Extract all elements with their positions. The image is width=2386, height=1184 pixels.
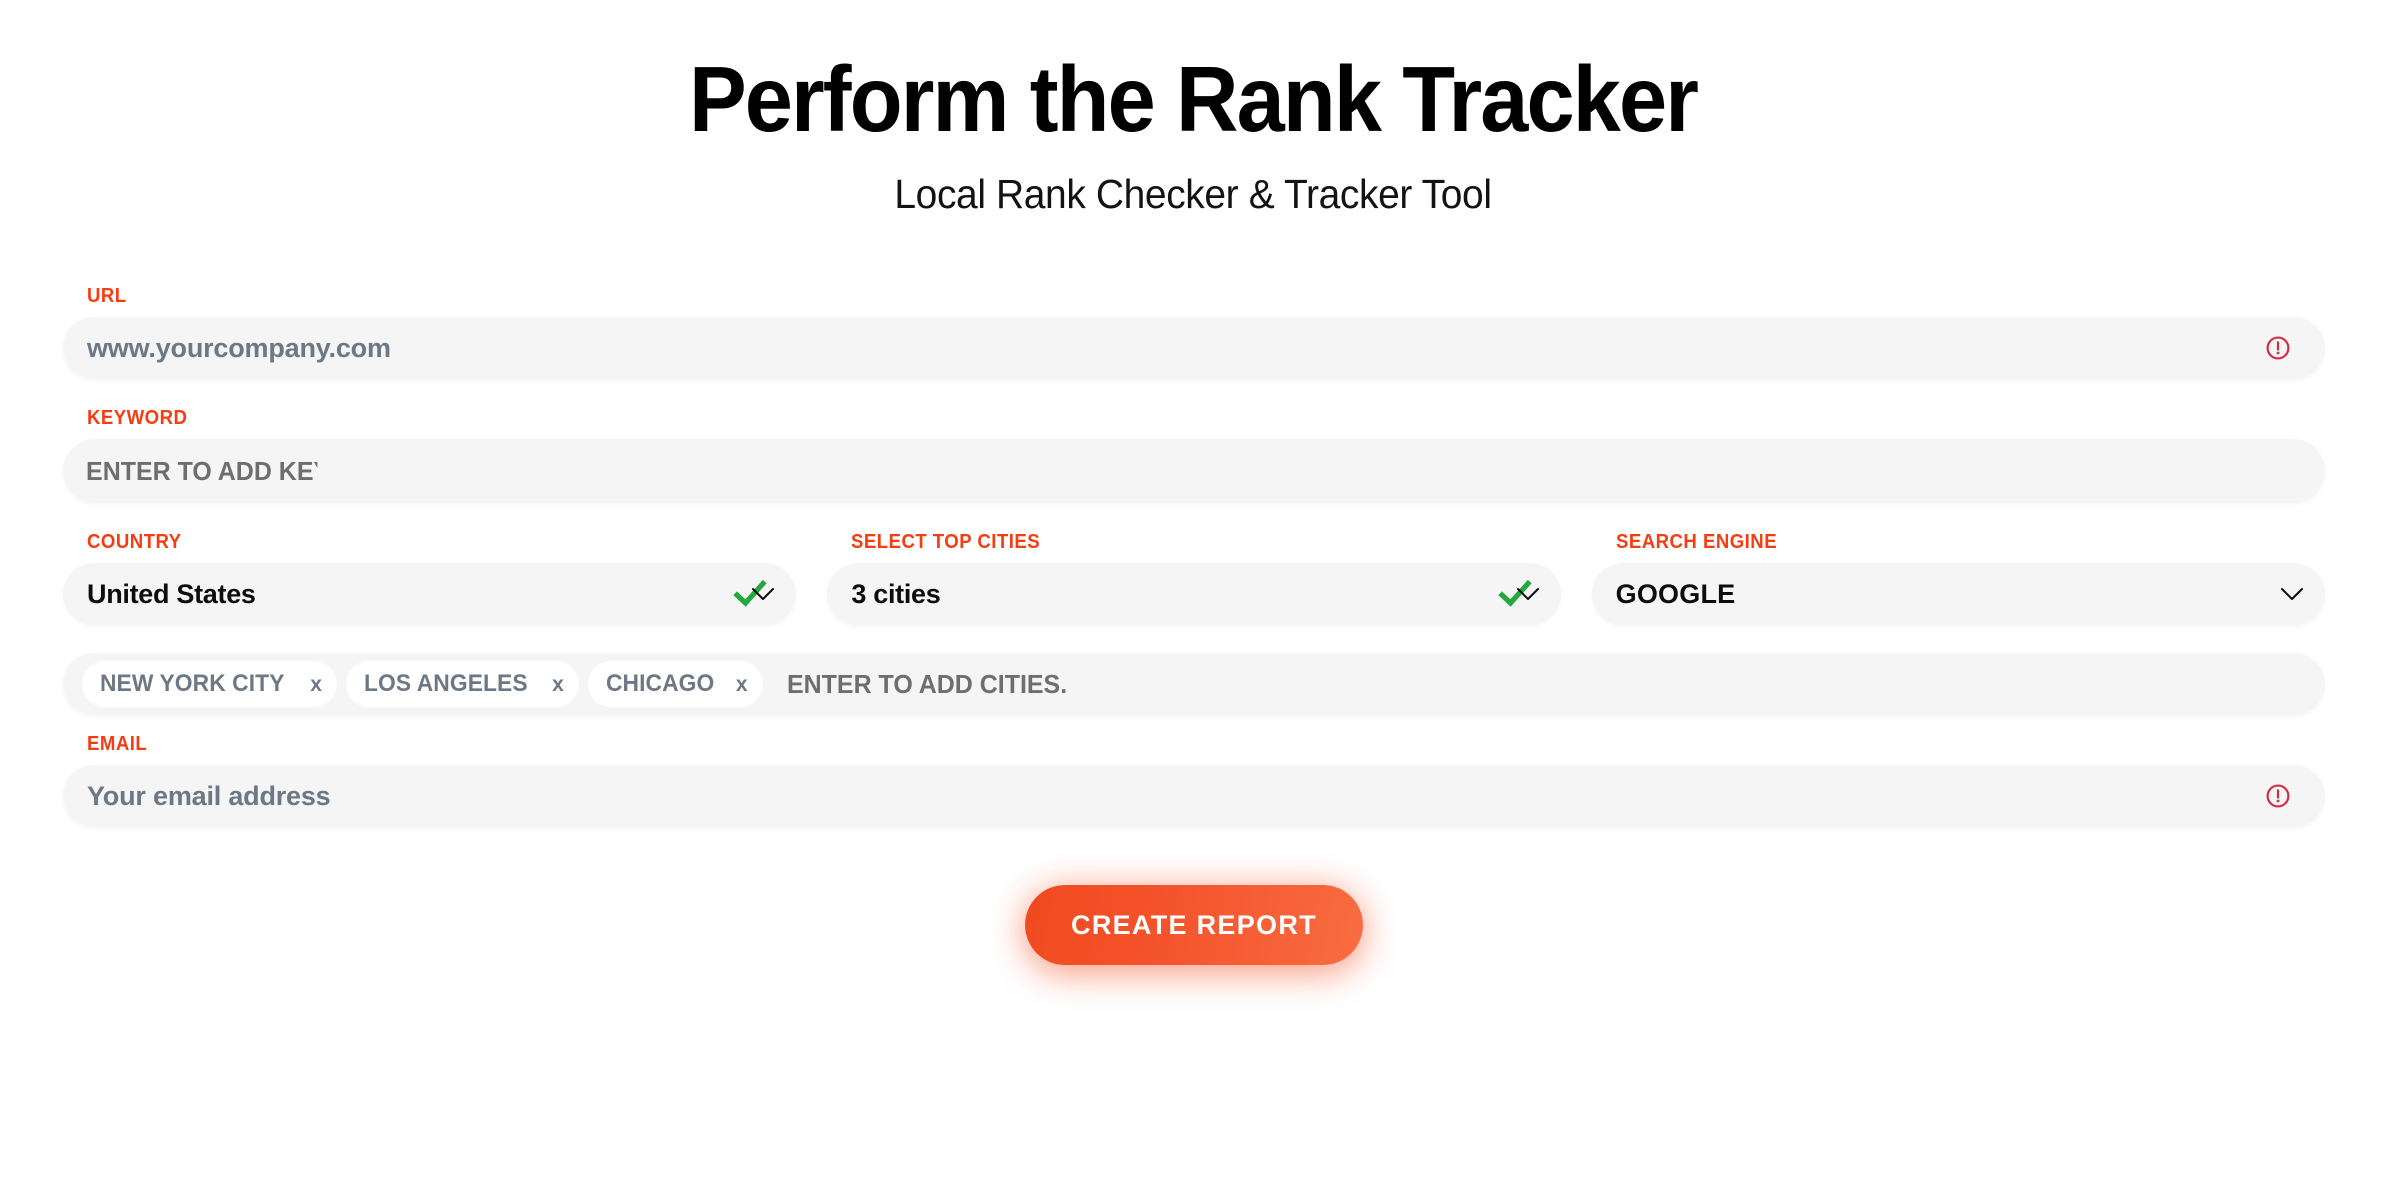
city-tag-remove-icon[interactable]: x bbox=[310, 674, 322, 695]
cities-placeholder: ENTER TO ADD CITIES. bbox=[786, 668, 1067, 699]
submit-row: CREATE REPORT bbox=[63, 885, 2325, 965]
chevron-down-icon bbox=[752, 588, 775, 600]
country-select-icons bbox=[733, 579, 776, 609]
country-select[interactable]: United States bbox=[63, 563, 797, 625]
rank-tracker-page: Perform the Rank Tracker Local Rank Chec… bbox=[0, 0, 2386, 1184]
top-cities-select-icons bbox=[1497, 579, 1541, 609]
search-engine-label: SEARCH ENGINE bbox=[1615, 531, 1777, 553]
city-tag-label: NEW YORK CITY bbox=[100, 670, 285, 697]
city-tag[interactable]: CHICAGO x bbox=[587, 661, 763, 707]
selects-row: COUNTRY United States SELECT TOP CITIES bbox=[63, 531, 2325, 625]
country-field: COUNTRY United States bbox=[63, 531, 797, 625]
chevron-down-icon bbox=[2280, 588, 2303, 600]
country-value: United States bbox=[87, 578, 256, 609]
email-input[interactable]: Your email address bbox=[63, 765, 2325, 827]
top-cities-field: SELECT TOP CITIES 3 cities bbox=[827, 531, 1561, 625]
email-placeholder: Your email address bbox=[87, 780, 331, 811]
page-header: Perform the Rank Tracker Local Rank Chec… bbox=[0, 0, 2386, 218]
alert-circle-icon bbox=[2265, 335, 2291, 361]
city-tag-label: LOS ANGELES bbox=[363, 670, 528, 697]
chevron-down-icon bbox=[1516, 588, 1539, 600]
city-tag-remove-icon[interactable]: x bbox=[552, 674, 564, 695]
top-cities-select[interactable]: 3 cities bbox=[827, 563, 1561, 625]
search-engine-field: SEARCH ENGINE GOOGLE bbox=[1591, 531, 2325, 625]
search-engine-select-icons bbox=[2279, 586, 2305, 602]
city-tag-label: CHICAGO bbox=[605, 670, 715, 697]
email-label: EMAIL bbox=[87, 733, 148, 755]
url-placeholder: www.yourcompany.com bbox=[87, 332, 391, 363]
keyword-placeholder: ENTER TO ADD KEYWORD bbox=[86, 455, 317, 486]
keyword-label: KEYWORD bbox=[87, 407, 188, 429]
search-engine-value: GOOGLE bbox=[1615, 578, 1736, 609]
city-tag-remove-icon[interactable]: x bbox=[736, 674, 748, 695]
top-cities-label: SELECT TOP CITIES bbox=[851, 531, 1041, 553]
search-engine-select[interactable]: GOOGLE bbox=[1591, 563, 2325, 625]
create-report-button[interactable]: CREATE REPORT bbox=[1025, 885, 1363, 965]
page-subtitle: Local Rank Checker & Tracker Tool bbox=[894, 170, 1492, 217]
rank-tracker-form: URL www.yourcompany.com KEYWORD ENTER TO… bbox=[63, 285, 2325, 965]
url-label: URL bbox=[87, 285, 127, 307]
url-input[interactable]: www.yourcompany.com bbox=[63, 317, 2325, 379]
cities-input[interactable]: NEW YORK CITY x LOS ANGELES x CHICAGO x … bbox=[63, 653, 2325, 715]
keyword-input[interactable]: ENTER TO ADD KEYWORD bbox=[63, 439, 2325, 503]
city-tag[interactable]: NEW YORK CITY x bbox=[82, 661, 337, 707]
top-cities-value: 3 cities bbox=[851, 578, 941, 609]
country-label: COUNTRY bbox=[87, 531, 182, 553]
city-tag[interactable]: LOS ANGELES x bbox=[345, 661, 579, 707]
page-title: Perform the Rank Tracker bbox=[688, 47, 1699, 151]
alert-circle-icon bbox=[2265, 783, 2291, 809]
